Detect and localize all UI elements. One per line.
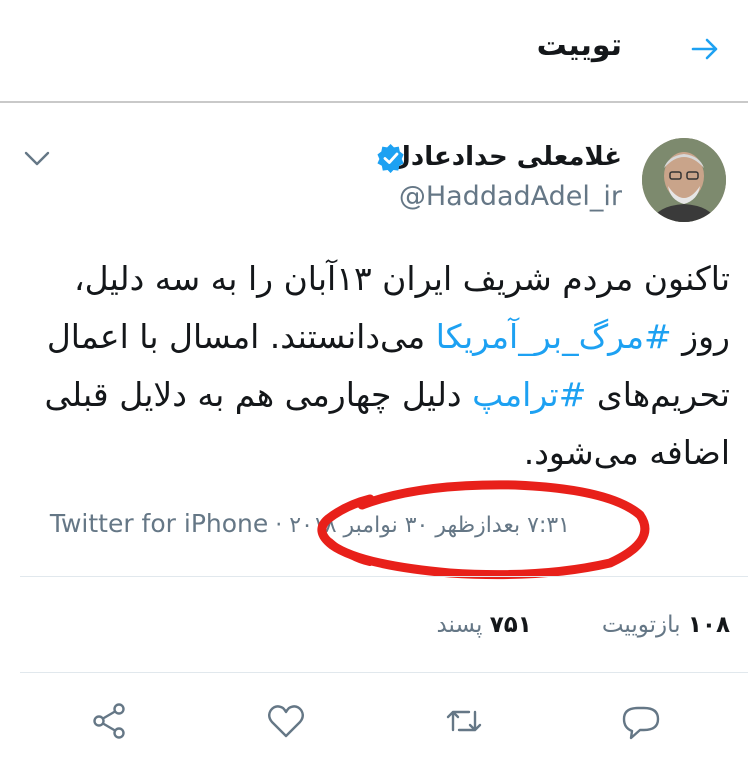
tweet-stats: ۱۰۸ بازتوییت ۷۵۱ پسند [436, 612, 730, 638]
likes-label[interactable]: پسند [436, 612, 482, 638]
page-title: توییت [536, 28, 622, 63]
divider [20, 576, 748, 577]
retweet-icon[interactable] [443, 700, 485, 742]
retweets-label[interactable]: بازتوییت [602, 612, 681, 638]
likes-count[interactable]: ۷۵۱ [490, 612, 532, 638]
retweets-count[interactable]: ۱۰۸ [688, 612, 730, 638]
author-handle[interactable]: @HaddadAdel_ir [399, 181, 622, 212]
author-name[interactable]: غلامعلی حدادعادل [388, 142, 622, 172]
header-bar: توییت [0, 0, 748, 101]
reply-icon[interactable] [620, 700, 662, 742]
back-arrow-icon[interactable] [690, 34, 720, 64]
share-icon[interactable] [88, 700, 130, 742]
verified-badge-icon [377, 143, 404, 173]
header-divider [0, 101, 748, 103]
tweet-meta: ۷:۳۱ بعدازظهر ۳۰ نوامبر ۲۰۱۸ · Twitter f… [50, 509, 570, 538]
tweet-source[interactable]: Twitter for iPhone [50, 509, 268, 538]
hashtag-link[interactable]: #ترامپ [472, 375, 586, 414]
tweet-text: تاکنون مردم شریف ایران ۱۳آبان را به سه د… [20, 250, 730, 482]
chevron-down-icon[interactable] [22, 148, 52, 170]
hashtag-link[interactable]: #مرگ_بر_آمریکا [436, 317, 672, 356]
avatar-photo [642, 138, 726, 222]
divider [20, 672, 748, 673]
tweet-timestamp[interactable]: ۷:۳۱ بعدازظهر ۳۰ نوامبر ۲۰۱۸ · [275, 513, 570, 538]
like-heart-icon[interactable] [265, 700, 307, 742]
avatar[interactable] [642, 138, 726, 222]
